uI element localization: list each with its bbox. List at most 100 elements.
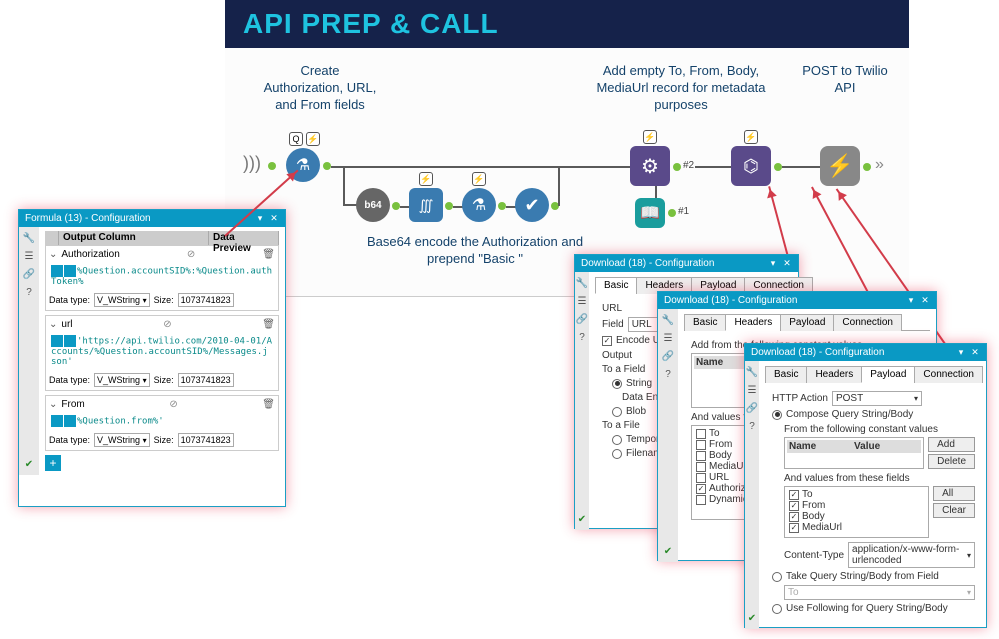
- constant-listbox[interactable]: NameValue: [784, 437, 924, 469]
- wrench-icon[interactable]: 🔧: [575, 276, 589, 290]
- close-icon[interactable]: ✕: [920, 296, 930, 306]
- formula-expression[interactable]: 'https://api.twilio.com/2010-04-01/Accou…: [49, 333, 275, 369]
- list-item: URL: [709, 472, 729, 483]
- output-string-radio[interactable]: [612, 379, 622, 389]
- download-headers-titlebar[interactable]: Download (18) - Configuration ▾✕: [658, 292, 936, 309]
- content-type-select[interactable]: application/x-www-form-urlencoded▾: [848, 542, 975, 568]
- close-icon[interactable]: ✕: [970, 348, 980, 358]
- doc-icon[interactable]: ☰: [575, 294, 589, 308]
- help-icon[interactable]: ?: [661, 367, 675, 381]
- output-blob-radio[interactable]: [612, 407, 622, 417]
- badge-lightning-icon: ⚡: [472, 172, 486, 186]
- add-field-button[interactable]: +: [45, 455, 61, 471]
- data-type-select[interactable]: V_WString ▾: [94, 433, 150, 447]
- trash-icon[interactable]: 🗑: [262, 249, 275, 260]
- tab-basic[interactable]: Basic: [595, 277, 637, 294]
- link-icon[interactable]: 🔗: [22, 267, 36, 281]
- pin-icon[interactable]: ▾: [906, 296, 916, 306]
- field-checkbox-authorization[interactable]: [696, 484, 706, 494]
- doc-icon[interactable]: ☰: [661, 331, 675, 345]
- help-icon[interactable]: ?: [22, 285, 36, 299]
- clear-icon[interactable]: ⊘: [163, 319, 171, 330]
- encode-url-checkbox[interactable]: [602, 336, 612, 346]
- close-icon[interactable]: ✕: [782, 259, 792, 269]
- data-type-select[interactable]: V_WString ▾: [94, 293, 150, 307]
- close-icon[interactable]: ✕: [269, 214, 279, 224]
- payload-checkbox-to[interactable]: [789, 490, 799, 500]
- col-output: Output Column: [59, 231, 209, 245]
- col-value: Value: [854, 441, 919, 452]
- tab-basic[interactable]: Basic: [765, 366, 807, 383]
- field-checkbox-url[interactable]: [696, 473, 706, 483]
- download-title: Download (18) - Configuration: [581, 258, 714, 269]
- download-basic-titlebar[interactable]: Download (18) - Configuration ▾ ✕: [575, 255, 798, 272]
- link-icon[interactable]: 🔗: [661, 349, 675, 363]
- tab-payload[interactable]: Payload: [861, 366, 915, 383]
- col-name: Name: [789, 441, 854, 452]
- output-filename-radio[interactable]: [612, 449, 622, 459]
- formula-tool-2-icon[interactable]: ⚗ ⚡: [462, 188, 496, 222]
- link-icon[interactable]: 🔗: [745, 401, 759, 415]
- pin-icon[interactable]: ▾: [255, 214, 265, 224]
- chevron-down-icon[interactable]: ⌄: [49, 319, 57, 330]
- add-button[interactable]: Add: [928, 437, 975, 452]
- clear-icon[interactable]: ⊘: [169, 399, 177, 410]
- clear-icon[interactable]: ⊘: [187, 249, 195, 260]
- output-temp-radio[interactable]: [612, 435, 622, 445]
- tab-connection[interactable]: Connection: [833, 314, 902, 331]
- size-input[interactable]: 1073741823: [178, 373, 234, 387]
- anchor-dot: [268, 162, 276, 170]
- field-checkbox-mediaurl[interactable]: [696, 462, 706, 472]
- doc-icon[interactable]: ☰: [745, 383, 759, 397]
- ok-icon: ✔: [745, 611, 759, 625]
- download-tool-icon[interactable]: ⚡: [820, 146, 860, 186]
- wrench-icon[interactable]: 🔧: [661, 313, 675, 327]
- formula-expression[interactable]: %Question.from%': [49, 413, 275, 429]
- tab-connection[interactable]: Connection: [914, 366, 983, 383]
- help-icon[interactable]: ?: [575, 330, 589, 344]
- check-tool-icon[interactable]: ✔: [515, 188, 549, 222]
- pin-icon[interactable]: ▾: [768, 259, 778, 269]
- delete-button[interactable]: Delete: [928, 454, 975, 469]
- field-values-listbox[interactable]: To From Body MediaUrl: [784, 486, 929, 538]
- trash-icon[interactable]: 🗑: [262, 399, 275, 410]
- compose-radio[interactable]: [772, 410, 782, 420]
- select-tool-icon[interactable]: ∭ ⚡: [409, 188, 443, 222]
- doc-icon[interactable]: ☰: [22, 249, 36, 263]
- field-checkbox-from[interactable]: [696, 440, 706, 450]
- size-input[interactable]: 1073741823: [178, 293, 234, 307]
- field-name: Authorization: [61, 249, 119, 260]
- payload-checkbox-mediaurl[interactable]: [789, 523, 799, 533]
- size-input[interactable]: 1073741823: [178, 433, 234, 447]
- help-icon[interactable]: ?: [745, 419, 759, 433]
- text-input-tool-icon[interactable]: 📖: [635, 198, 665, 228]
- clear-button[interactable]: Clear: [933, 503, 975, 518]
- chevron-down-icon[interactable]: ⌄: [49, 249, 57, 260]
- all-button[interactable]: All: [933, 486, 975, 501]
- trash-icon[interactable]: 🗑: [262, 319, 275, 330]
- tab-payload[interactable]: Payload: [780, 314, 834, 331]
- formula-expression[interactable]: %Question.accountSID%:%Question.authToke…: [49, 263, 275, 289]
- chevron-down-icon[interactable]: ⌄: [49, 399, 57, 410]
- pin-icon[interactable]: ▾: [956, 348, 966, 358]
- wrench-icon[interactable]: 🔧: [22, 231, 36, 245]
- url-field-value: URL: [632, 319, 652, 330]
- field-checkbox-to[interactable]: [696, 429, 706, 439]
- tab-basic[interactable]: Basic: [684, 314, 726, 331]
- take-query-radio[interactable]: [772, 572, 782, 582]
- wrench-icon[interactable]: 🔧: [745, 365, 759, 379]
- use-following-radio[interactable]: [772, 604, 782, 614]
- payload-checkbox-from[interactable]: [789, 501, 799, 511]
- tab-headers[interactable]: Headers: [806, 366, 862, 383]
- tab-headers[interactable]: Headers: [725, 314, 781, 331]
- field-checkbox-dynamic[interactable]: [696, 495, 706, 505]
- payload-checkbox-body[interactable]: [789, 512, 799, 522]
- field-checkbox-body[interactable]: [696, 451, 706, 461]
- link-icon[interactable]: 🔗: [575, 312, 589, 326]
- http-action-select[interactable]: POST▾: [832, 391, 922, 406]
- dna-tool-icon[interactable]: ⌬ ⚡: [731, 146, 771, 186]
- base64-tool-icon[interactable]: b64: [356, 188, 390, 222]
- data-type-select[interactable]: V_WString ▾: [94, 373, 150, 387]
- gear-tool-1-icon[interactable]: ⚙ ⚡: [630, 146, 670, 186]
- download-payload-titlebar[interactable]: Download (18) - Configuration ▾✕: [745, 344, 986, 361]
